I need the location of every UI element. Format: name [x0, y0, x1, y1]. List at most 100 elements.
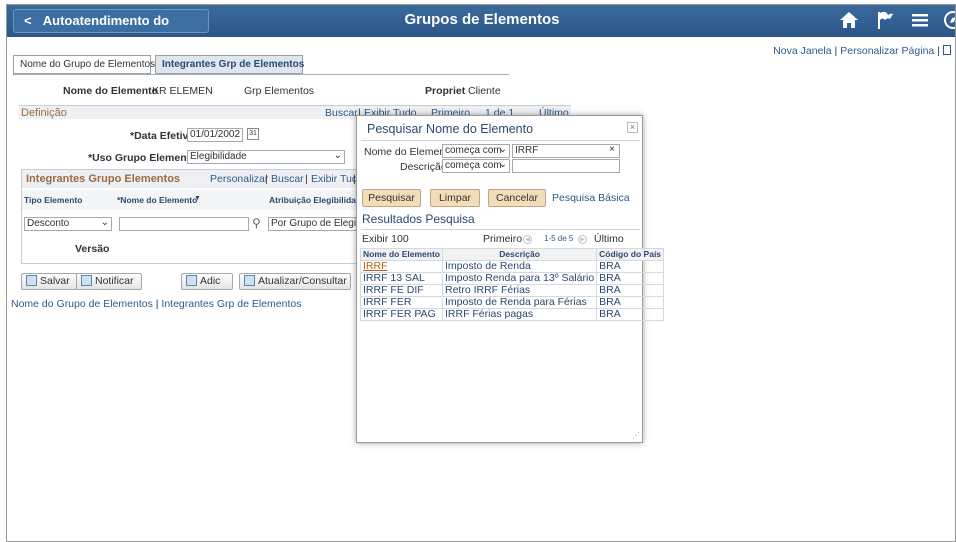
group-usage-select[interactable]: Elegibilidade ⌄: [187, 150, 345, 164]
view-100-link[interactable]: Exibir 100: [362, 233, 409, 245]
update-label: Atualizar/Consultar: [258, 275, 347, 287]
personalize-page-link[interactable]: Personalizar Página: [840, 45, 934, 57]
grid-personalize-link[interactable]: Personalizar: [210, 173, 268, 185]
result-description[interactable]: Imposto de Renda: [441, 260, 598, 273]
flag-icon[interactable]: [875, 10, 895, 36]
result-name[interactable]: IRRF FER: [360, 296, 443, 309]
footer-link-element-group-name[interactable]: Nome do Grupo de Elementos: [11, 298, 153, 310]
new-window-link[interactable]: Nova Janela: [773, 45, 831, 57]
search-button[interactable]: Pesquisar: [362, 189, 421, 207]
save-label: Salvar: [40, 275, 70, 287]
table-row[interactable]: IRRF FE DIF Retro IRRF Férias BRA: [360, 284, 665, 297]
chevron-down-icon: ⌄: [100, 217, 109, 228]
toplinks-overflow-icon[interactable]: [943, 45, 951, 55]
home-icon[interactable]: [839, 10, 859, 36]
chevron-down-icon: ⌄: [498, 159, 507, 170]
effective-date-label: *Data Efetiva: [130, 130, 195, 142]
result-description[interactable]: Imposto Renda para 13º Salário: [441, 272, 598, 285]
grid-find-link[interactable]: Buscar: [271, 173, 304, 185]
column-eligibility-attribution: Atribuição Elegibilidade: [269, 195, 366, 205]
search-name-input[interactable]: IRRF ×: [512, 144, 620, 158]
add-button[interactable]: Adic: [181, 273, 233, 290]
column-description: Descrição: [441, 248, 598, 261]
clear-icon[interactable]: ×: [609, 145, 615, 156]
menu-icon[interactable]: [911, 10, 929, 36]
element-name-label: Nome do Elemento: [63, 85, 159, 97]
column-country-code: Código do País: [596, 248, 665, 261]
tab-divider: [13, 74, 509, 75]
search-name-value: IRRF: [515, 145, 539, 156]
sort-down-icon: ▼: [194, 195, 201, 202]
definition-title: Definição: [21, 107, 67, 119]
save-button[interactable]: Salvar: [21, 273, 77, 290]
result-name[interactable]: IRRF 13 SAL: [360, 272, 443, 285]
result-country[interactable]: BRA: [596, 272, 665, 285]
result-description[interactable]: Retro IRRF Férias: [441, 284, 598, 297]
page-title: Grupos de Elementos: [404, 11, 560, 28]
search-name-label: Nome do Elemento: [364, 146, 454, 158]
table-row[interactable]: IRRF Imposto de Renda BRA: [360, 260, 665, 273]
next-icon[interactable]: ▶: [578, 232, 587, 244]
table-row[interactable]: IRRF FER Imposto de Renda para Férias BR…: [360, 296, 665, 309]
results-last-link[interactable]: Último: [594, 233, 624, 245]
element-group-label: Grp Elementos: [244, 85, 315, 97]
results-divider: [361, 229, 640, 230]
element-type-select[interactable]: Desconto ⌄: [24, 217, 112, 231]
results-first-link[interactable]: Primeiro: [483, 233, 522, 245]
tab-element-group-name[interactable]: Nome do Grupo de Elementos: [13, 55, 155, 74]
search-icon[interactable]: ⚲: [252, 216, 261, 230]
search-description-operator-value: começa com: [445, 160, 502, 171]
result-country[interactable]: BRA: [596, 284, 665, 297]
element-type-value: Desconto: [27, 218, 70, 229]
navbar-icon[interactable]: [943, 10, 955, 36]
search-name-operator-select[interactable]: começa com ⌄: [442, 144, 510, 158]
toplinks: Nova Janela | Personalizar Página |: [773, 45, 951, 57]
toplinks-separator-2: |: [937, 45, 940, 57]
column-element-type: Tipo Elemento: [24, 195, 83, 205]
result-country[interactable]: BRA: [596, 308, 665, 321]
footer-link-element-group-members[interactable]: Integrantes Grp de Elementos: [161, 298, 301, 310]
grid-nav-separator: |: [265, 173, 268, 185]
footer-links-separator: |: [155, 298, 159, 310]
result-country[interactable]: BRA: [596, 296, 665, 309]
result-country[interactable]: BRA: [596, 260, 665, 273]
toplinks-separator: |: [834, 45, 838, 57]
version-label: Versão: [75, 243, 110, 255]
clear-button[interactable]: Limpar: [430, 189, 480, 207]
footer-links: Nome do Grupo de Elementos | Integrantes…: [11, 298, 302, 310]
table-row[interactable]: IRRF 13 SAL Imposto Renda para 13º Salár…: [360, 272, 665, 285]
group-usage-value: Elegibilidade: [190, 151, 247, 162]
results-range: 1-5 de 5: [544, 234, 574, 243]
cancel-button[interactable]: Cancelar: [488, 189, 546, 207]
column-element-name: Nome do Elemento: [360, 248, 443, 261]
update-display-button[interactable]: Atualizar/Consultar: [239, 273, 351, 290]
calendar-icon[interactable]: 31: [247, 128, 259, 140]
result-name[interactable]: IRRF: [360, 260, 443, 273]
search-description-input[interactable]: [512, 159, 620, 173]
result-description[interactable]: Imposto de Renda para Férias: [441, 296, 598, 309]
basic-search-link[interactable]: Pesquisa Básica: [552, 192, 630, 204]
result-description[interactable]: IRRF Férias pagas: [441, 308, 598, 321]
effective-date-field[interactable]: 01/01/2002: [187, 128, 243, 142]
close-icon[interactable]: ×: [627, 122, 638, 133]
notify-button[interactable]: Notificar: [76, 273, 142, 290]
resize-handle-icon[interactable]: ⋰: [632, 431, 640, 440]
search-description-label: Descrição: [400, 161, 447, 173]
search-results-title: Resultados Pesquisa: [362, 212, 475, 226]
modal-title: Pesquisar Nome do Elemento: [367, 122, 534, 136]
result-name[interactable]: IRRF FER PAG: [360, 308, 443, 321]
definition-find-link[interactable]: Buscar: [325, 107, 358, 119]
save-icon: [26, 275, 37, 286]
owner-label: Propriet: [425, 85, 466, 97]
column-element-name[interactable]: *Nome do Elemento: [117, 195, 197, 205]
tab-element-group-members[interactable]: Integrantes Grp de Elementos: [155, 55, 304, 74]
table-row[interactable]: IRRF FER PAG IRRF Férias pagas BRA: [360, 308, 665, 321]
previous-icon[interactable]: ◀: [523, 232, 532, 244]
result-name[interactable]: IRRF FE DIF: [360, 284, 443, 297]
eligibility-attribution-select[interactable]: Por Grupo de Elegibilidade: [268, 217, 362, 231]
search-description-operator-select[interactable]: começa com ⌄: [442, 159, 510, 173]
element-name-input[interactable]: [119, 217, 249, 231]
chevron-down-icon: ⌄: [333, 150, 342, 161]
add-icon: [186, 275, 197, 286]
element-name-value: KR ELEMEN: [152, 85, 213, 97]
